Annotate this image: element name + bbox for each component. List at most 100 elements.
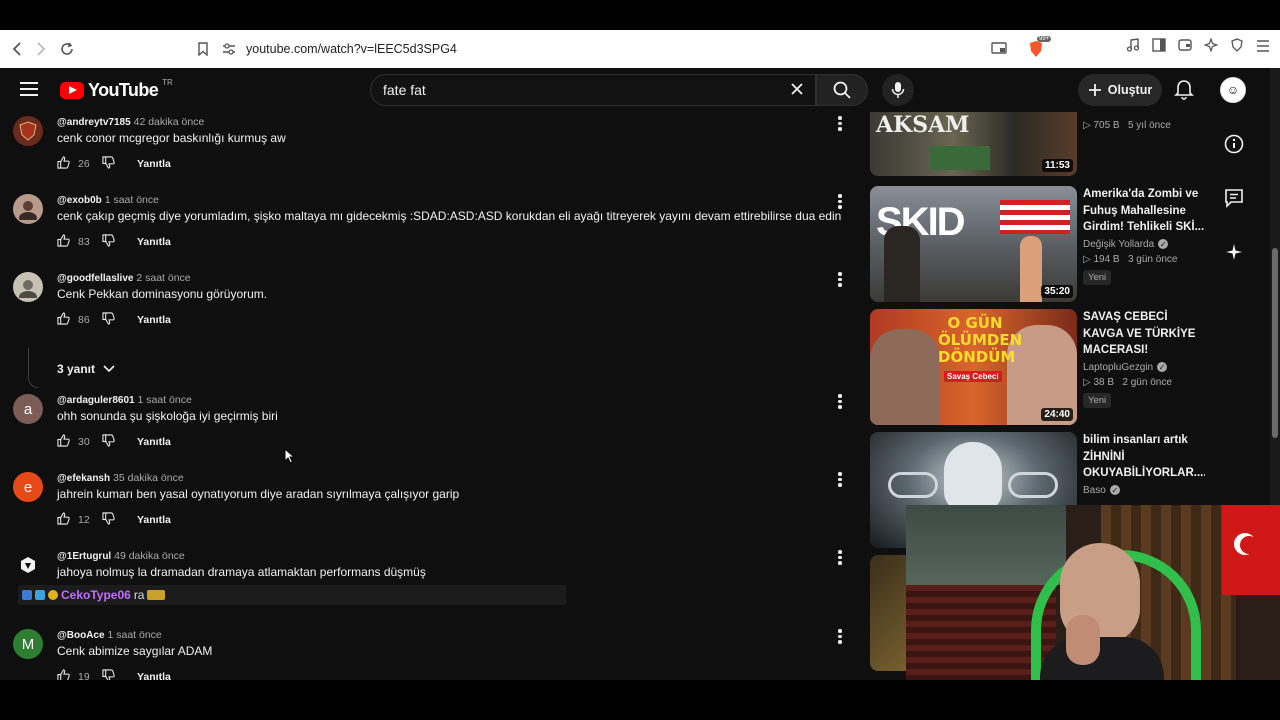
scrollbar-thumb[interactable] bbox=[1272, 248, 1278, 438]
back-icon[interactable] bbox=[6, 38, 28, 60]
hamburger-menu-icon[interactable] bbox=[20, 82, 38, 96]
cast-icon[interactable] bbox=[991, 42, 1007, 61]
comment-author[interactable]: @BooAce bbox=[57, 630, 105, 641]
reply-button[interactable]: Yanıtla bbox=[137, 158, 171, 170]
video-title[interactable]: Amerika'da Zombi ve Fuhuş Mahallesine Gi… bbox=[1083, 186, 1205, 236]
reply-button[interactable]: Yanıtla bbox=[137, 436, 171, 448]
comment-time[interactable]: 1 saat önce bbox=[107, 629, 161, 641]
reply-button[interactable]: Yanıtla bbox=[137, 671, 171, 680]
video-title[interactable]: bilim insanları artık ZİHNİNİ OKUYABİLİY… bbox=[1083, 432, 1205, 482]
reply-button[interactable]: Yanıtla bbox=[137, 314, 171, 326]
video-info: Amerika'da Zombi ve Fuhuş Mahallesine Gi… bbox=[1083, 186, 1205, 285]
comment-author[interactable]: @efekansh bbox=[57, 473, 110, 484]
thumbs-up-icon[interactable] bbox=[57, 669, 70, 680]
comment-actions: 26 Yanıtla bbox=[57, 156, 171, 172]
video-thumbnail[interactable]: AKSAM 11:53 bbox=[870, 112, 1077, 176]
vpn-icon[interactable] bbox=[1230, 38, 1244, 56]
view-replies-button[interactable]: 3 yanıt bbox=[57, 362, 115, 376]
youtube-logo[interactable]: YouTube TR bbox=[60, 78, 173, 101]
music-icon[interactable] bbox=[1126, 38, 1140, 56]
comment-time[interactable]: 42 dakika önce bbox=[134, 116, 205, 128]
comment-avatar[interactable] bbox=[13, 116, 43, 146]
video-age: 3 gün önce bbox=[1127, 253, 1178, 265]
chat-text: ra bbox=[133, 588, 145, 602]
site-info-icon[interactable] bbox=[222, 43, 236, 55]
comment-author[interactable]: @andreytv7185 bbox=[57, 117, 131, 128]
comment-time[interactable]: 35 dakika önce bbox=[113, 472, 184, 484]
comment-avatar[interactable] bbox=[13, 272, 43, 302]
leo-ai-icon[interactable] bbox=[1203, 37, 1219, 56]
thumbs-down-icon[interactable] bbox=[102, 234, 115, 250]
recommendation-item[interactable]: O GÜN ÖLÜMDEN DÖNDÜM Savaş Cebeci 24:40 … bbox=[870, 309, 1210, 425]
comment-avatar[interactable]: e bbox=[13, 472, 43, 502]
channel-name[interactable]: LaptopluGezgin bbox=[1083, 362, 1153, 373]
comment-time[interactable]: 1 saat önce bbox=[105, 194, 159, 206]
stream-chat-message: CekoType06 ra bbox=[18, 585, 566, 605]
clear-search-icon[interactable] bbox=[790, 80, 804, 100]
info-icon[interactable] bbox=[1222, 132, 1246, 156]
thumbs-down-icon[interactable] bbox=[102, 434, 115, 450]
search-input[interactable]: fate fat bbox=[370, 74, 816, 106]
comment-avatar[interactable]: M bbox=[13, 629, 43, 659]
address-bar[interactable]: youtube.com/watch?v=lEEC5d3SPG4 bbox=[222, 35, 1022, 63]
comment-time[interactable]: 49 dakika önce bbox=[114, 550, 185, 562]
comment-more-icon[interactable] bbox=[836, 472, 844, 487]
notifications-bell-icon[interactable] bbox=[1174, 78, 1194, 105]
comment-avatar[interactable] bbox=[13, 550, 43, 580]
comment: e @efekansh 35 dakika önce jahrein kumar… bbox=[0, 472, 860, 550]
video-title[interactable]: SAVAŞ CEBECİ KAVGA VE TÜRKİYE MACERASI! bbox=[1083, 309, 1205, 359]
chat-icon[interactable] bbox=[1222, 186, 1246, 210]
reply-button[interactable]: Yanıtla bbox=[137, 514, 171, 526]
comment-time[interactable]: 1 saat önce bbox=[138, 394, 192, 406]
create-button[interactable]: Oluştur bbox=[1078, 74, 1162, 106]
video-meta: ▷ 194 B 3 gün önce bbox=[1083, 253, 1178, 265]
thumbs-down-icon[interactable] bbox=[102, 669, 115, 680]
comment-avatar[interactable] bbox=[13, 194, 43, 224]
chevron-down-icon bbox=[103, 365, 115, 373]
comment-author[interactable]: @1Ertugrul bbox=[57, 551, 111, 562]
thumbs-down-icon[interactable] bbox=[102, 156, 115, 172]
bookmark-icon[interactable] bbox=[192, 38, 214, 60]
comment-text: Cenk Pekkan dominasyonu görüyorum. bbox=[57, 287, 268, 301]
comment-more-icon[interactable] bbox=[836, 394, 844, 409]
thumbs-down-icon[interactable] bbox=[102, 512, 115, 528]
thumbs-up-icon[interactable] bbox=[57, 156, 70, 172]
reload-icon[interactable] bbox=[56, 38, 78, 60]
thumbs-down-icon[interactable] bbox=[102, 312, 115, 328]
url-text: youtube.com/watch?v=lEEC5d3SPG4 bbox=[246, 42, 457, 56]
browser-menu-icon[interactable] bbox=[1256, 39, 1270, 56]
wallet-icon[interactable] bbox=[1178, 38, 1192, 56]
video-thumbnail[interactable]: O GÜN ÖLÜMDEN DÖNDÜM Savaş Cebeci 24:40 bbox=[870, 309, 1077, 425]
comment-avatar[interactable]: a bbox=[13, 394, 43, 424]
thumbs-up-icon[interactable] bbox=[57, 512, 70, 528]
channel-row: LaptopluGezgin ✓ bbox=[1083, 362, 1205, 373]
thumbs-up-icon[interactable] bbox=[57, 234, 70, 250]
comment-more-icon[interactable] bbox=[836, 272, 844, 287]
forward-icon[interactable] bbox=[30, 38, 52, 60]
comment-header: @1Ertugrul 49 dakika önce bbox=[57, 550, 185, 562]
comment-author[interactable]: @goodfellaslive bbox=[57, 273, 133, 284]
thumbs-up-icon[interactable] bbox=[57, 312, 70, 328]
comment-time[interactable]: 2 saat önce bbox=[136, 272, 190, 284]
comment-author[interactable]: @ardaguler8601 bbox=[57, 395, 135, 406]
brave-shield-icon[interactable]: 99+ bbox=[1028, 36, 1052, 63]
channel-name[interactable]: Değişik Yollarda bbox=[1083, 239, 1154, 250]
account-avatar[interactable]: ☺ bbox=[1220, 77, 1246, 103]
video-info: ▷ 705 B 5 yıl önce bbox=[1083, 116, 1205, 131]
thumbs-up-icon[interactable] bbox=[57, 434, 70, 450]
comment-more-icon[interactable] bbox=[836, 116, 844, 131]
video-thumbnail[interactable]: SKID 35:20 bbox=[870, 186, 1077, 302]
recommendation-item[interactable]: AKSAM 11:53 ▷ 705 B 5 yıl önce bbox=[870, 112, 1210, 176]
search-button[interactable] bbox=[816, 74, 868, 106]
channel-name[interactable]: Baso bbox=[1083, 485, 1106, 496]
sparkle-icon[interactable] bbox=[1222, 240, 1246, 264]
comment-author[interactable]: @exob0b bbox=[57, 195, 102, 206]
person-graphic bbox=[1020, 236, 1042, 302]
recommendation-item[interactable]: SKID 35:20 Amerika'da Zombi ve Fuhuş Mah… bbox=[870, 186, 1210, 302]
voice-search-button[interactable] bbox=[882, 74, 914, 106]
reply-button[interactable]: Yanıtla bbox=[137, 236, 171, 248]
sidebar-icon[interactable] bbox=[1152, 38, 1166, 56]
comment-more-icon[interactable] bbox=[836, 194, 844, 209]
comment-more-icon[interactable] bbox=[836, 629, 844, 644]
comment-more-icon[interactable] bbox=[836, 550, 844, 565]
